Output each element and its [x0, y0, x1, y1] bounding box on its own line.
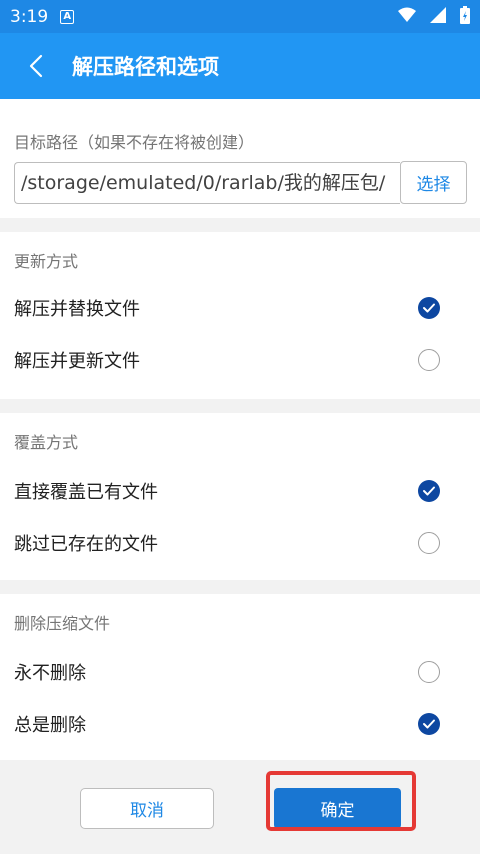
group-title: 删除压缩文件: [14, 614, 111, 633]
status-bar: 3:19 A: [0, 0, 480, 33]
radio-checked-icon[interactable]: [418, 297, 440, 319]
option-label: 直接覆盖已有文件: [14, 482, 158, 503]
status-time: 3:19: [10, 6, 49, 27]
radio-checked-icon[interactable]: [418, 713, 440, 735]
option-row[interactable]: 跳过已存在的文件: [0, 517, 480, 569]
path-label: 目标路径（如果不存在将被创建）: [14, 133, 255, 152]
choose-path-button[interactable]: 选择: [400, 161, 467, 204]
wifi-icon: [398, 7, 416, 22]
radio-unchecked-icon[interactable]: [418, 532, 440, 554]
option-row[interactable]: 永不删除: [0, 646, 480, 698]
group-title: 更新方式: [14, 252, 79, 271]
status-icons: [398, 6, 470, 24]
cancel-button[interactable]: 取消: [80, 788, 214, 829]
path-section: 目标路径（如果不存在将被创建） /storage/emulated/0/rarl…: [0, 99, 480, 218]
option-groups: 更新方式 解压并替换文件 解压并更新文件 覆盖方式 直接覆盖已有文件 跳过已存在的文件 删除…: [0, 232, 480, 761]
radio-checked-icon[interactable]: [418, 480, 440, 502]
radio-unchecked-icon[interactable]: [418, 661, 440, 683]
group-delete-archive: 删除压缩文件 永不删除总是删除: [0, 594, 480, 761]
notification-icon: A: [60, 9, 75, 24]
option-row[interactable]: 解压并更新文件: [0, 334, 480, 386]
radio-unchecked-icon[interactable]: [418, 349, 440, 371]
group-overwrite-mode: 覆盖方式直接覆盖已有文件 跳过已存在的文件: [0, 413, 480, 580]
group-title: 覆盖方式: [14, 433, 79, 452]
battery-icon: [460, 6, 470, 24]
option-row[interactable]: 总是删除: [0, 698, 480, 750]
group-update-mode: 更新方式解压并替换文件 解压并更新文件: [0, 232, 480, 399]
highlight-annotation: [266, 771, 416, 831]
option-label: 跳过已存在的文件: [14, 534, 158, 555]
option-label: 解压并替换文件: [14, 299, 140, 320]
back-button[interactable]: [0, 33, 72, 99]
option-label: 解压并更新文件: [14, 351, 140, 372]
app-bar: 解压路径和选项: [0, 33, 480, 99]
option-label: 永不删除: [14, 663, 86, 684]
chevron-left-icon: [29, 54, 43, 78]
path-input[interactable]: /storage/emulated/0/rarlab/我的解压包/: [14, 162, 400, 204]
option-row[interactable]: 解压并替换文件: [0, 282, 480, 334]
option-row[interactable]: 直接覆盖已有文件: [0, 465, 480, 517]
footer: 取消 确定: [0, 760, 480, 854]
option-label: 总是删除: [14, 715, 86, 736]
page-title: 解压路径和选项: [72, 55, 219, 79]
signal-icon: [430, 7, 446, 23]
